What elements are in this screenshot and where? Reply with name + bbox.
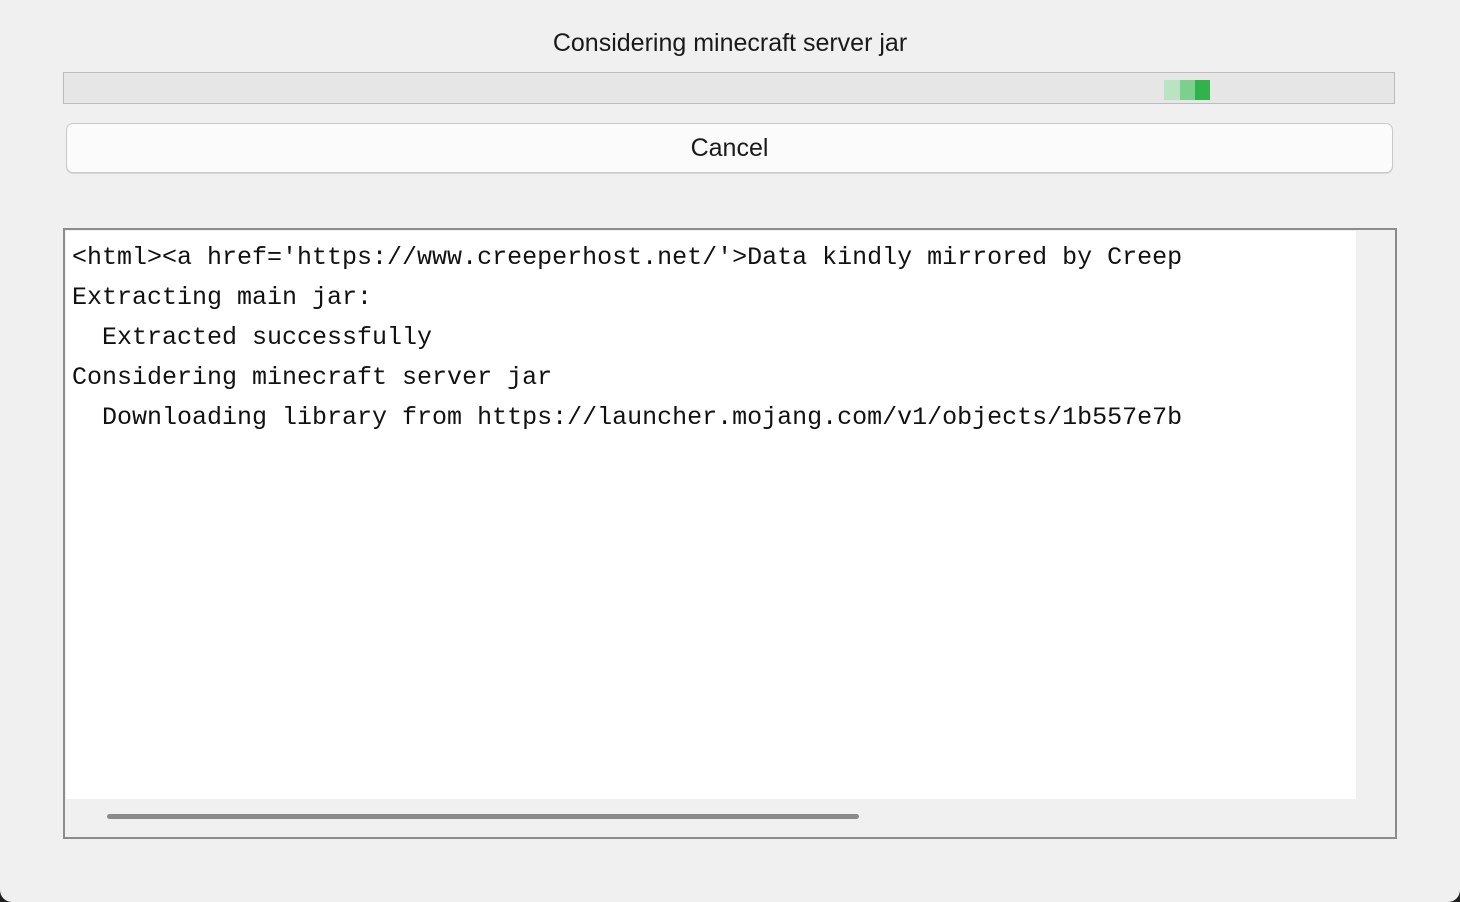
log-viewport[interactable]: <html><a href='https://www.creeperhost.n… <box>66 231 1356 799</box>
progress-bar <box>63 72 1395 104</box>
log-output-area[interactable]: <html><a href='https://www.creeperhost.n… <box>63 228 1397 839</box>
log-line: Extracting main jar: <box>72 283 373 312</box>
horizontal-scrollbar-thumb[interactable] <box>107 814 859 819</box>
log-line: Extracted successfully <box>72 323 433 352</box>
cancel-button[interactable]: Cancel <box>66 123 1393 173</box>
log-line: <html><a href='https://www.creeperhost.n… <box>72 243 1183 272</box>
progress-chunk-dark <box>1195 80 1210 100</box>
log-line: Considering minecraft server jar <box>72 363 553 392</box>
log-line: Downloading library from https://launche… <box>72 403 1183 432</box>
progress-chunk-mid <box>1180 80 1195 100</box>
status-title: Considering minecraft server jar <box>552 29 908 57</box>
installer-progress-window: Considering minecraft server jar Cancel … <box>0 0 1460 902</box>
progress-chunk-light <box>1164 80 1180 100</box>
horizontal-scrollbar[interactable] <box>71 804 1355 828</box>
